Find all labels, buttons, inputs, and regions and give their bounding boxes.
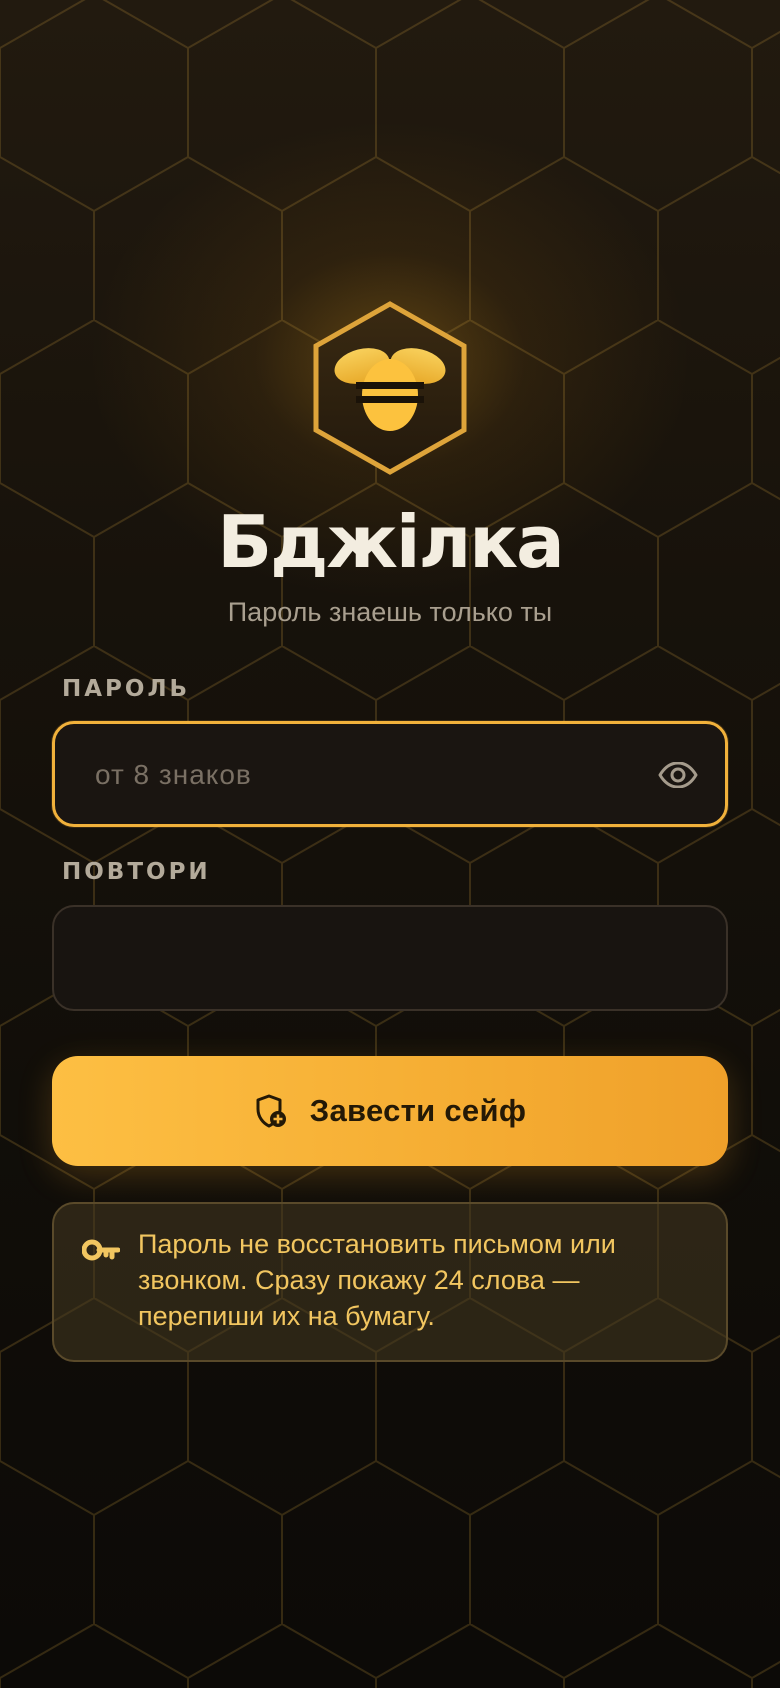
create-vault-label: Завести сейф [309, 1093, 527, 1128]
create-vault-button[interactable]: Завести сейф [52, 1056, 728, 1166]
key-icon [81, 1238, 121, 1266]
eye-icon[interactable] [657, 754, 699, 796]
recovery-notice-text: Пароль не восстановить письмом или звонк… [138, 1229, 616, 1331]
app-title: Бджілка [217, 500, 565, 584]
recovery-notice: Пароль не восстановить письмом или звонк… [52, 1202, 728, 1362]
bee-logo-icon [310, 300, 470, 476]
repeat-password-field-container [52, 905, 728, 1011]
password-field-container [52, 721, 728, 827]
repeat-password-input[interactable] [92, 907, 656, 1011]
repeat-password-label: ПОВТОРИ [62, 859, 211, 885]
honeycomb-background [0, 0, 780, 1688]
shield-plus-icon [254, 1094, 288, 1128]
password-label: ПАРОЛЬ [62, 676, 191, 702]
password-input[interactable] [93, 724, 657, 826]
app-subtitle: Пароль знаешь только ты [227, 597, 553, 627]
